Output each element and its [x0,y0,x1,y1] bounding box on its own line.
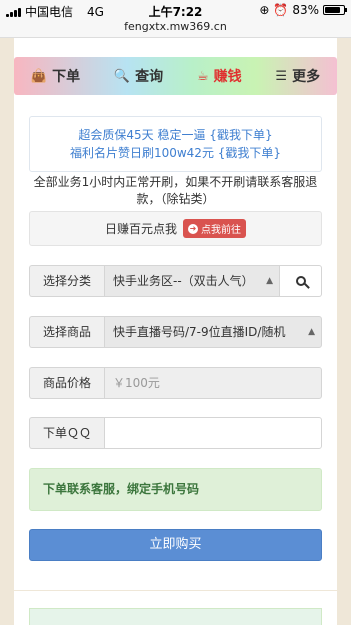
promo-badge-label: 点我前往 [201,225,241,236]
nav-item-order[interactable]: 👜 下单 [31,66,80,86]
qq-input[interactable] [104,417,322,449]
secondary-alert [29,608,322,625]
category-value: 快手业务区--（双击人气） [113,274,254,288]
status-right: ⊕ ⏰ 83% [259,3,347,17]
promo-box: 日赚百元点我 ➜ 点我前往 [29,211,322,246]
info-text: 全部业务1小时内正常开刷，如果不开刷请联系客服退款，（除钻类） [33,175,318,206]
notice-box: 超会质保45天 稳定一逼 {戳我下单} 福利名片赞日刷100w42元 {戳我下单… [29,116,322,172]
nav-label: 下单 [52,69,81,85]
nav-item-query[interactable]: 🔍 查询 [114,66,163,86]
product-value: 快手直播号码/7-9位直播ID/随机 [113,325,286,339]
secondary-card [14,591,337,625]
nav-label: 查询 [135,69,164,85]
chevron-down-icon: ▲▼ [266,276,273,286]
promo-go-button[interactable]: ➜ 点我前往 [183,219,246,238]
nav-item-earn[interactable]: ☕ 赚钱 [197,66,242,86]
qq-row: 下单ＱＱ [29,417,322,449]
arrow-right-circle-icon: ➜ [188,223,198,234]
nav-bar: 👜 下单 🔍 查询 ☕ 赚钱 ☰ 更多 [14,57,337,95]
alert-success: 下单联系客服，绑定手机号码 [29,468,322,511]
product-select[interactable]: 快手直播号码/7-9位直播ID/随机 ▲▼ [104,316,322,348]
chevron-down-icon: ▲▼ [308,327,315,337]
price-field: ￥100元 [104,367,322,399]
coffee-cup-icon: ☕ [196,68,209,84]
price-row: 商品价格 ￥100元 [29,367,322,399]
battery-percent: 83% [292,3,319,17]
category-select[interactable]: 快手业务区--（双击人气） ▲▼ [104,265,280,297]
nav-item-more[interactable]: ☰ 更多 [275,66,320,86]
orientation-lock-icon: ⊕ [259,3,270,17]
category-label: 选择分类 [29,265,104,297]
notice-link-2[interactable]: 福利名片赞日刷100w42元 {戳我下单} [30,144,321,162]
search-icon [295,276,306,286]
status-bar: 中国电信 4G 上午7:22 ⊕ ⏰ 83% [0,0,351,20]
product-row: 选择商品 快手直播号码/7-9位直播ID/随机 ▲▼ [29,316,322,348]
list-icon: ☰ [275,68,288,84]
price-label: 商品价格 [29,367,104,399]
category-row: 选择分类 快手业务区--（双击人气） ▲▼ [29,265,322,297]
url-bar[interactable]: fengxtx.mw369.cn [0,20,351,38]
qq-label: 下单ＱＱ [29,417,104,449]
battery-icon [323,5,347,15]
buy-now-button[interactable]: 立即购买 [29,529,322,561]
alarm-icon: ⏰ [273,3,289,17]
search-icon: 🔍 [113,68,131,84]
shopping-bag-icon: 👜 [30,68,48,84]
nav-label: 赚钱 [213,69,242,85]
nav-label: 更多 [292,69,321,85]
notice-link-1[interactable]: 超会质保45天 稳定一逼 {戳我下单} [30,126,321,144]
promo-text: 日赚百元点我 [104,222,177,236]
product-label: 选择商品 [29,316,104,348]
search-button[interactable] [280,265,322,297]
